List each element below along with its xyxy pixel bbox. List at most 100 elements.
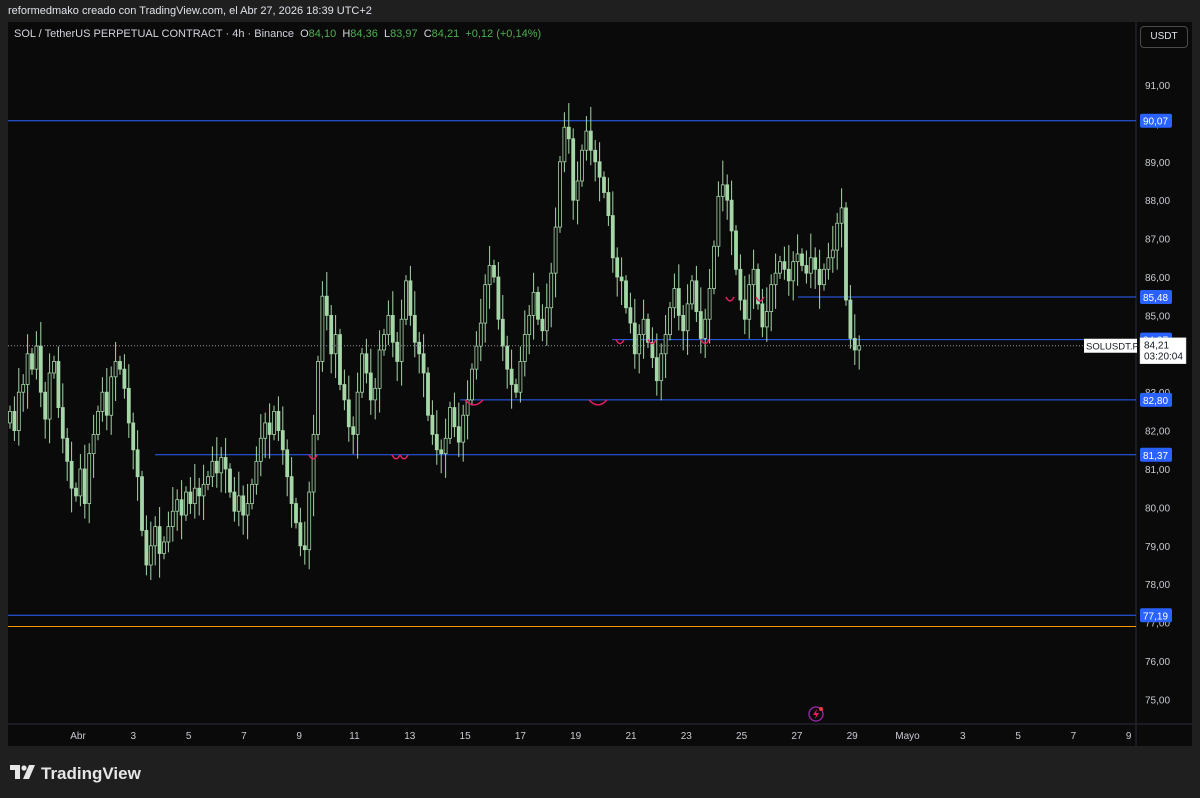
candle-body xyxy=(272,410,276,435)
candle-body xyxy=(760,303,765,328)
price-chart[interactable]: 91,0090,0089,0088,0087,0086,0085,0084,00… xyxy=(0,0,1200,798)
tradingview-brand[interactable]: TradingView xyxy=(10,764,141,784)
time-tick-label: 23 xyxy=(681,731,693,742)
candle-body xyxy=(487,265,492,286)
time-tick-label: Mayo xyxy=(895,731,920,742)
candle-body xyxy=(100,391,105,412)
candle-body xyxy=(250,483,254,504)
candle-body xyxy=(21,384,26,393)
price-level-tag-label: 85,48 xyxy=(1143,293,1168,304)
time-tick-label: 15 xyxy=(460,731,472,742)
candle-body xyxy=(214,460,219,474)
candle-body xyxy=(8,410,12,424)
candle-body xyxy=(197,487,202,497)
candle-body xyxy=(263,422,268,439)
candle-body xyxy=(188,491,193,504)
candle-body xyxy=(844,207,848,301)
candle-body xyxy=(294,503,298,524)
candle-body xyxy=(12,410,17,431)
candle-body xyxy=(236,495,241,512)
candle-body xyxy=(56,361,61,408)
candle-body xyxy=(47,372,52,420)
time-tick-label: 7 xyxy=(1071,731,1077,742)
candle-body xyxy=(474,345,479,370)
candle-body xyxy=(184,491,188,516)
candle-body xyxy=(408,280,413,316)
candle-body xyxy=(848,299,853,339)
candle-body xyxy=(421,353,426,374)
price-tick-label: 78,00 xyxy=(1145,580,1170,591)
candle-body xyxy=(368,372,373,401)
marker-arc xyxy=(399,454,409,460)
candle-body xyxy=(157,526,162,554)
symbol-title[interactable]: SOL / TetherUS PERPETUAL CONTRACT · 4h ·… xyxy=(14,28,294,40)
candle-body xyxy=(351,426,356,435)
candle-body xyxy=(38,345,43,393)
candle-body xyxy=(641,318,646,335)
candle-body xyxy=(707,288,712,320)
candle-body xyxy=(386,314,391,335)
symbol-tag-label: SOLUSDT.P xyxy=(1086,342,1139,353)
candle-body xyxy=(685,303,690,332)
candle-body xyxy=(289,476,294,504)
candle-body xyxy=(456,426,461,443)
price-level-tag-label: 90,07 xyxy=(1143,117,1168,128)
candle-body xyxy=(795,253,800,263)
candle-body xyxy=(804,265,809,274)
candle-body xyxy=(698,311,703,339)
candle-body xyxy=(78,468,83,497)
candle-body xyxy=(109,376,114,416)
candle-body xyxy=(672,288,677,309)
candle-body xyxy=(426,372,430,416)
close-value: 84,21 xyxy=(431,28,460,40)
candle-body xyxy=(681,314,686,332)
marker-arc xyxy=(391,454,401,460)
candle-body xyxy=(162,541,166,554)
candle-body xyxy=(610,215,615,259)
time-tick-label: 9 xyxy=(296,731,302,742)
candle-body xyxy=(30,353,34,370)
candle-body xyxy=(808,257,813,274)
price-level-tag-label: 81,37 xyxy=(1143,451,1168,462)
symbol-legend: SOL / TetherUS PERPETUAL CONTRACT · 4h ·… xyxy=(14,28,541,40)
price-tick-label: 80,00 xyxy=(1145,503,1170,514)
candle-body xyxy=(153,526,158,547)
price-tick-label: 89,00 xyxy=(1145,158,1170,169)
candle-body xyxy=(404,280,408,320)
candle-body xyxy=(329,314,334,355)
close-label: C xyxy=(423,28,432,40)
candle-body xyxy=(769,284,774,312)
price-tick-label: 76,00 xyxy=(1145,657,1170,668)
candle-body xyxy=(654,357,659,382)
price-tick-label: 81,00 xyxy=(1145,465,1170,476)
candle-body xyxy=(659,353,664,382)
candle-body xyxy=(857,345,862,351)
candle-body xyxy=(87,453,92,504)
price-tick-label: 87,00 xyxy=(1145,235,1170,246)
time-tick-label: 29 xyxy=(847,731,859,742)
candle-body xyxy=(606,192,611,216)
candle-body xyxy=(245,503,250,516)
candle-body xyxy=(703,318,708,339)
candle-body xyxy=(575,180,580,201)
lightning-bolt-icon xyxy=(813,709,819,719)
candle-body xyxy=(390,314,395,343)
candle-body xyxy=(712,245,716,289)
candle-body xyxy=(377,349,382,389)
candle-body xyxy=(417,341,422,355)
high-value: 84,36 xyxy=(350,28,378,40)
candle-body xyxy=(742,299,747,320)
candle-body xyxy=(276,410,281,431)
candle-body xyxy=(492,265,496,278)
time-tick-label: 11 xyxy=(349,731,360,742)
candle-body xyxy=(580,149,584,182)
candle-body xyxy=(118,361,122,370)
candle-body xyxy=(690,280,694,305)
candle-body xyxy=(852,338,857,351)
time-tick-label: 3 xyxy=(960,731,966,742)
candle-body xyxy=(148,545,153,566)
currency-button[interactable]: USDT xyxy=(1140,26,1188,48)
time-tick-label: Abr xyxy=(70,731,86,742)
open-label: O xyxy=(300,28,309,40)
candle-body xyxy=(382,334,386,351)
